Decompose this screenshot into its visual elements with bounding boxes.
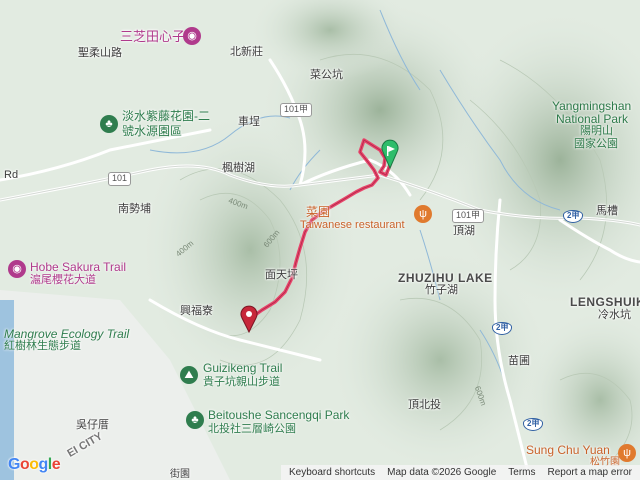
poi-hobe-en[interactable]: Hobe Sakura Trail	[30, 261, 126, 273]
poi-guizikeng-zh[interactable]: 貴子坑親山步道	[203, 377, 280, 388]
place-label-caigongkeng: 菜公坑	[310, 69, 343, 81]
camera-icon[interactable]: ◉	[8, 260, 26, 278]
keyboard-shortcuts-link[interactable]: Keyboard shortcuts	[289, 467, 375, 478]
place-label-wuziping: 吳仔厝	[76, 419, 109, 431]
map-data-attribution: Map data ©2026 Google	[387, 467, 497, 478]
place-label-chepeng: 車埕	[238, 116, 260, 128]
place-label-mianshuping: 面天坪	[265, 269, 298, 281]
map-footer: Keyboard shortcuts Map data ©2026 Google…	[0, 465, 640, 480]
place-label-rd: Rd	[4, 169, 19, 181]
park-label-yangming-en-2[interactable]: National Park	[556, 113, 628, 125]
route-shield-101b: 101甲	[452, 209, 485, 223]
place-label-sanzhitian[interactable]: 三芝田心子	[120, 30, 185, 43]
area-label-lengshuikeng-en: LENGSHUIK	[570, 295, 640, 309]
fork-knife-icon[interactable]: ψ	[618, 444, 636, 462]
poi-restaurant-en[interactable]: Taiwanese restaurant	[300, 220, 405, 231]
route-shield-101: 101	[108, 172, 132, 186]
area-label-zhuzihu-zh: 竹子湖	[425, 284, 458, 296]
terms-link[interactable]: Terms	[508, 467, 535, 478]
route-shield-101a: 101甲	[280, 103, 313, 117]
place-label-beixinzhuang: 北新莊	[230, 46, 263, 58]
place-label-dingbeitou: 頂北投	[408, 399, 441, 411]
poi-mangrove-en[interactable]: Mangrove Ecology Trail	[4, 328, 129, 340]
poi-water-park[interactable]: 號水源園區	[122, 125, 182, 137]
place-label-macao: 馬槽	[596, 205, 618, 217]
area-label-lengshuikeng-zh: 冷水坑	[598, 309, 631, 321]
poi-mangrove-zh[interactable]: 紅樹林生態步道	[4, 341, 81, 352]
area-label-zhuzihu-en: ZHUZIHU LAKE	[398, 271, 493, 285]
park-label-yangming-zh-1[interactable]: 陽明山	[580, 126, 613, 137]
place-label-fengshuhu: 楓樹湖	[222, 162, 255, 174]
fork-knife-icon[interactable]: ψ	[414, 205, 432, 223]
place-label-nanshipu: 南勢埔	[118, 203, 151, 215]
place-label-xingfuliao: 興福寮	[180, 305, 213, 317]
report-map-error-link[interactable]: Report a map error	[548, 467, 632, 478]
tree-icon[interactable]: ♣	[100, 115, 118, 133]
park-label-yangming-zh-2[interactable]: 國家公園	[574, 139, 618, 150]
place-label-miaopu: 苗圃	[508, 355, 530, 367]
poi-restaurant-zh[interactable]: 菜園	[306, 206, 330, 218]
place-label-dinghu: 頂湖	[453, 225, 475, 237]
tree-icon[interactable]: ♣	[186, 411, 204, 429]
place-label-shengmi: 聖柔山路	[78, 47, 122, 59]
hiking-icon[interactable]: ⛰	[180, 366, 198, 384]
poi-tamsui-wisteria[interactable]: 淡水紫藤花園-二	[122, 110, 210, 122]
poi-guizikeng-en[interactable]: Guizikeng Trail	[203, 362, 282, 374]
poi-beitoushe-en[interactable]: Beitoushe Sancengqi Park	[208, 409, 349, 421]
poi-hobe-zh[interactable]: 滬尾櫻花大道	[30, 275, 96, 286]
poi-sungchuyuan-en[interactable]: Sung Chu Yuan	[526, 444, 610, 456]
poi-beitoushe-zh[interactable]: 北投社三層崎公園	[208, 424, 296, 435]
camera-icon[interactable]: ◉	[183, 27, 201, 45]
park-label-yangming-en-1[interactable]: Yangmingshan	[552, 100, 631, 112]
